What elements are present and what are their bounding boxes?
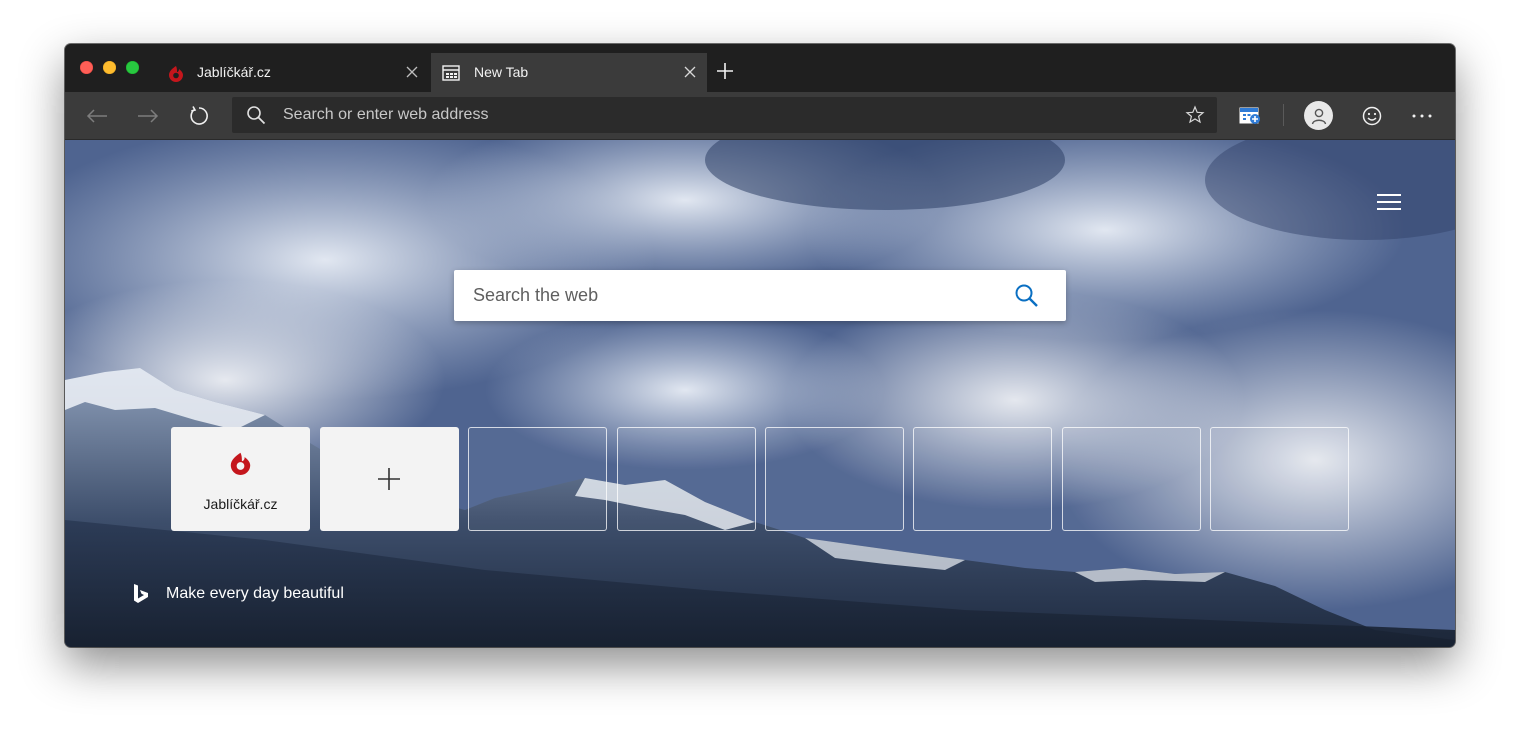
profile-avatar[interactable] (1304, 101, 1333, 130)
toolbar-divider (1283, 104, 1284, 126)
web-search-box[interactable]: Search the web (454, 270, 1066, 321)
more-menu-button[interactable] (1408, 102, 1436, 130)
jablickar-logo-icon (230, 452, 251, 475)
empty-top-site-slot[interactable] (913, 427, 1052, 531)
tab-jablickar[interactable]: Jablíčkář.cz (157, 53, 429, 92)
address-bar[interactable]: Search or enter web address (232, 97, 1217, 133)
refresh-button[interactable] (185, 102, 213, 130)
hamburger-bar (1377, 208, 1401, 210)
empty-top-site-slot[interactable] (617, 427, 756, 531)
tab-new-tab[interactable]: New Tab (431, 53, 707, 92)
star-icon[interactable] (1185, 105, 1205, 125)
tab-title: New Tab (474, 64, 529, 80)
empty-top-site-slot[interactable] (1062, 427, 1201, 531)
back-arrow-icon (86, 109, 107, 123)
collections-icon (1239, 107, 1260, 124)
close-tab-icon[interactable] (681, 63, 699, 81)
mountain-background-image (65, 140, 1455, 647)
hamburger-bar (1377, 194, 1401, 196)
web-search-placeholder: Search the web (473, 285, 599, 305)
zoom-window-button[interactable] (126, 61, 139, 74)
profile-avatar-icon (1311, 108, 1326, 124)
tab-title: Jablíčkář.cz (197, 64, 271, 80)
top-site-label: Jablíčkář.cz (203, 496, 278, 512)
forward-arrow-icon (138, 109, 159, 123)
collections-button[interactable] (1236, 102, 1264, 130)
close-tab-icon[interactable] (403, 63, 421, 81)
search-icon (247, 106, 266, 125)
empty-top-site-slot[interactable] (1210, 427, 1349, 531)
navigation-toolbar: Search or enter web address (65, 92, 1455, 140)
new-tab-page: Search the web Jablíčkář.cz Make every d… (65, 140, 1455, 647)
new-tab-button[interactable] (715, 61, 735, 81)
tab-strip: Jablíčkář.cz New Tab (65, 44, 1455, 92)
more-ellipsis-icon (1412, 114, 1432, 118)
top-site-jablickar[interactable]: Jablíčkář.cz (171, 427, 310, 531)
empty-top-site-slot[interactable] (468, 427, 607, 531)
smiley-feedback-icon (1362, 106, 1382, 126)
bing-image-caption[interactable]: Make every day beautiful (132, 583, 344, 605)
back-button[interactable] (83, 102, 111, 130)
jablickar-logo-icon (169, 66, 183, 82)
refresh-icon (190, 106, 208, 125)
page-settings-menu-button[interactable] (1377, 192, 1401, 212)
bing-caption-text: Make every day beautiful (166, 585, 344, 602)
address-placeholder: Search or enter web address (283, 106, 489, 123)
empty-top-site-slot[interactable] (765, 427, 904, 531)
search-submit-icon[interactable] (1014, 283, 1040, 309)
close-window-button[interactable] (80, 61, 93, 74)
bing-logo-icon (134, 584, 148, 603)
hamburger-bar (1377, 201, 1401, 203)
minimize-window-button[interactable] (103, 61, 116, 74)
plus-icon (378, 468, 400, 490)
add-top-site-button[interactable] (320, 427, 459, 531)
feedback-button[interactable] (1358, 102, 1386, 130)
forward-button[interactable] (134, 102, 162, 130)
newtab-page-icon (442, 65, 460, 81)
plus-icon (717, 63, 733, 79)
browser-window: Jablíčkář.cz New Tab Search or enter web… (65, 44, 1455, 647)
